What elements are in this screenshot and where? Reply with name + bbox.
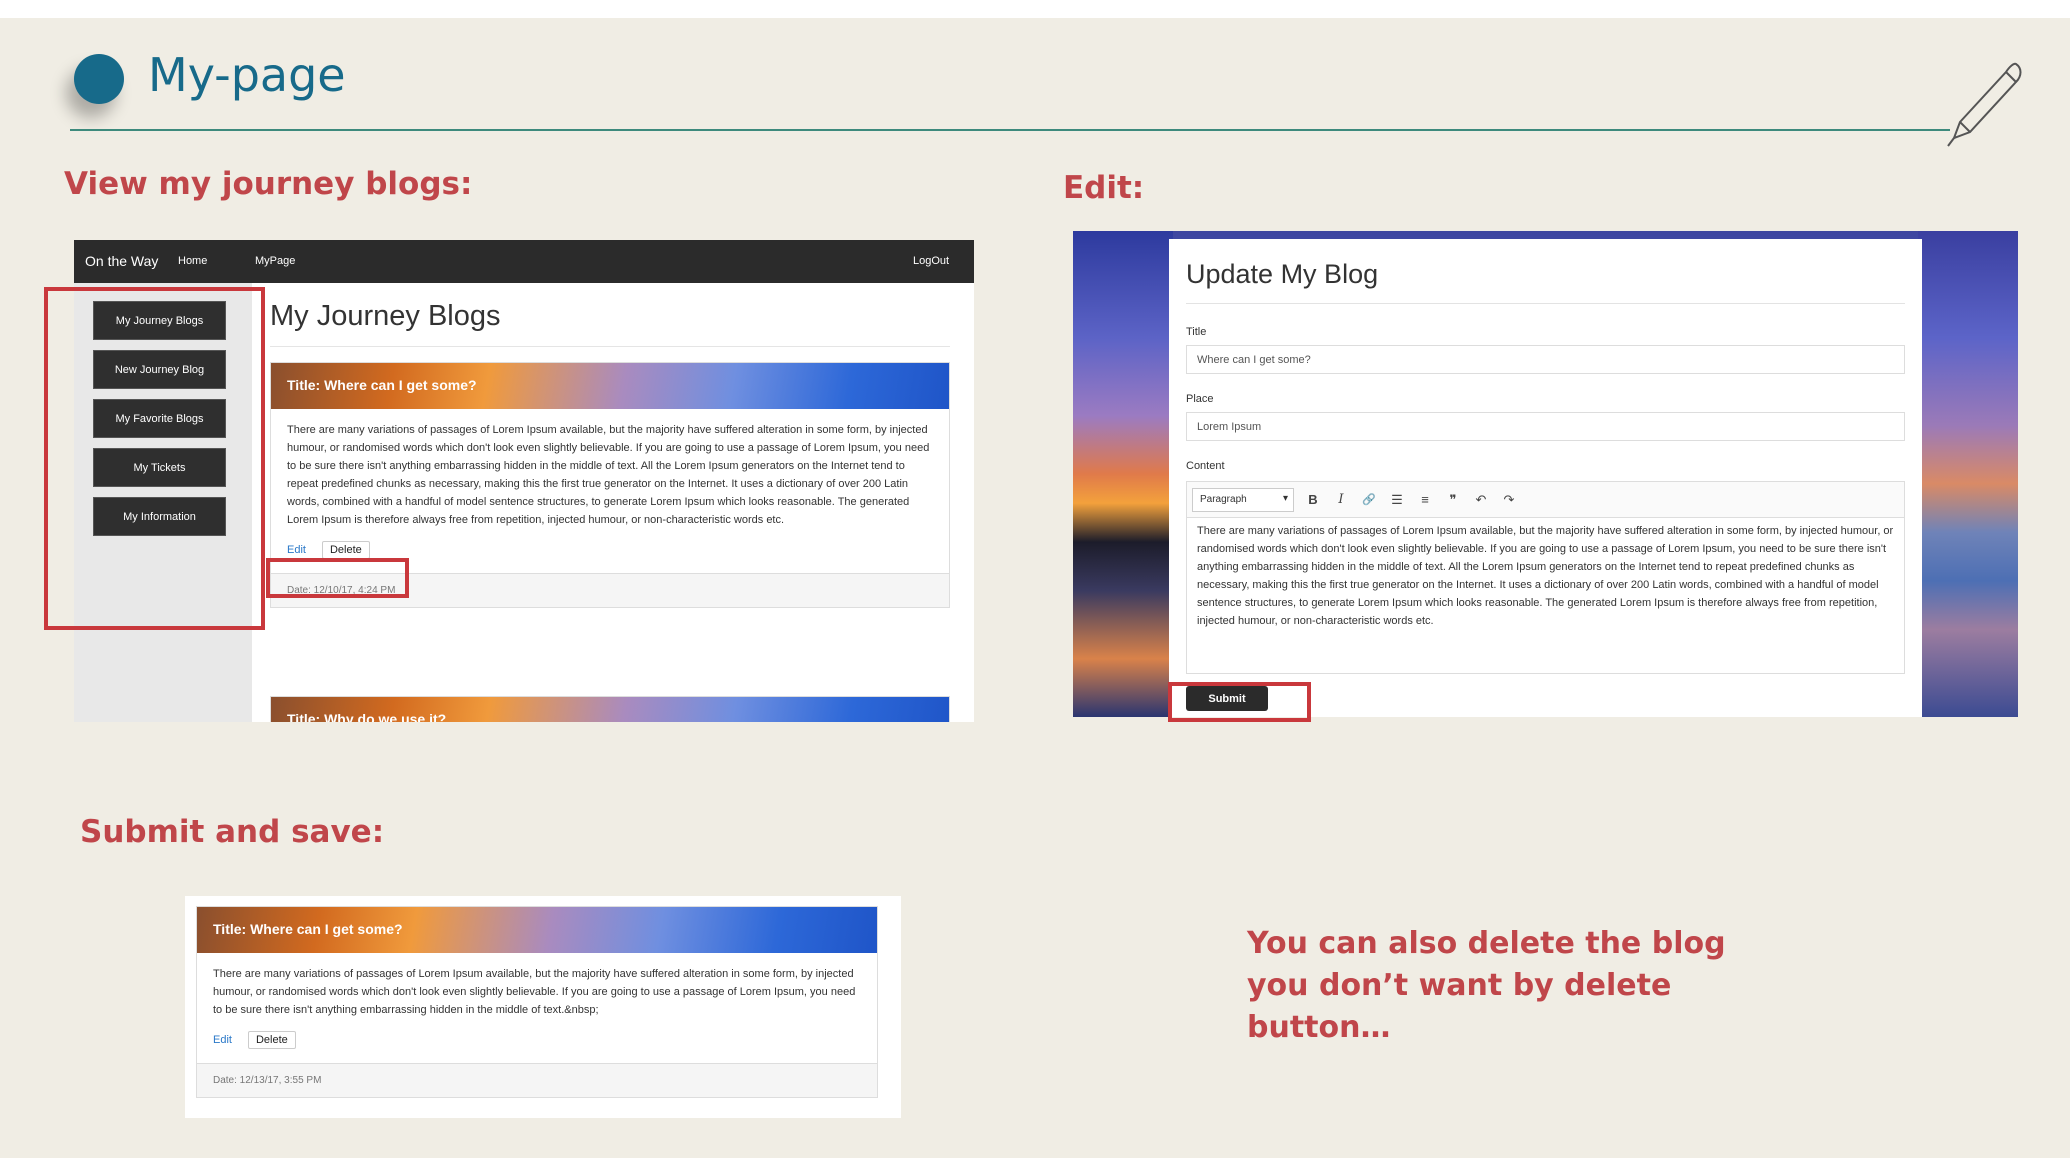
- screenshot-saved-post: Title: Where can I get some? There are m…: [185, 896, 901, 1118]
- pen-icon: [1947, 62, 2022, 147]
- sunset-background-right: [1918, 231, 2018, 717]
- saved-blog-card: Title: Where can I get some? There are m…: [196, 906, 878, 1098]
- blockquote-icon[interactable]: ❞: [1444, 492, 1462, 508]
- title-input[interactable]: Where can I get some?: [1186, 345, 1905, 374]
- editor-toolbar: Paragraph B I 🔗 ☰ ≡ ❞ ↶ ↷: [1187, 482, 1904, 518]
- content-textarea[interactable]: There are many variations of passages of…: [1187, 518, 1904, 634]
- content-editor: Paragraph B I 🔗 ☰ ≡ ❞ ↶ ↷ There are many…: [1186, 481, 1905, 674]
- bold-icon[interactable]: B: [1304, 492, 1322, 507]
- blog-card-2-title: Title: Why do we use it?: [271, 697, 949, 722]
- heading-view-blogs: View my journey blogs:: [64, 166, 473, 202]
- redo-icon[interactable]: ↷: [1500, 492, 1518, 508]
- update-blog-form: Update My Blog Title Where can I get som…: [1169, 239, 1922, 717]
- highlight-sidebar: [44, 287, 265, 630]
- nav-logout[interactable]: LogOut: [913, 255, 949, 267]
- heading-divider: [270, 346, 950, 347]
- form-divider: [1186, 303, 1905, 304]
- saved-blog-date: Date: 12/13/17, 3:55 PM: [197, 1063, 877, 1097]
- blog-card-title: Title: Where can I get some?: [271, 363, 949, 409]
- heading-submit: Submit and save:: [80, 814, 385, 850]
- nav-home[interactable]: Home: [178, 255, 207, 267]
- title-label: Title: [1186, 326, 1207, 338]
- saved-blog-actions: Edit Delete: [197, 1027, 877, 1063]
- undo-icon[interactable]: ↶: [1472, 492, 1490, 508]
- place-input[interactable]: Lorem Ipsum: [1186, 412, 1905, 441]
- format-select[interactable]: Paragraph: [1192, 487, 1294, 512]
- italic-icon[interactable]: I: [1332, 492, 1350, 507]
- highlight-edit-delete: [266, 558, 409, 598]
- delete-button[interactable]: Delete: [321, 541, 370, 559]
- nav-brand[interactable]: On the Way: [85, 253, 158, 269]
- title-divider: [70, 129, 1950, 131]
- place-label: Place: [1186, 393, 1214, 405]
- delete-note: You can also delete the blog you don’t w…: [1247, 926, 1726, 1045]
- edit-link[interactable]: Edit: [287, 544, 306, 556]
- saved-delete-button[interactable]: Delete: [247, 1031, 296, 1049]
- link-icon[interactable]: 🔗: [1360, 493, 1378, 506]
- heading-edit: Edit:: [1063, 170, 1145, 206]
- blog-card-body: There are many variations of passages of…: [287, 424, 930, 526]
- title-bullet-dot: [74, 54, 124, 104]
- form-heading: Update My Blog: [1186, 259, 1379, 289]
- content-label: Content: [1186, 460, 1225, 472]
- saved-edit-link[interactable]: Edit: [213, 1034, 232, 1046]
- saved-blog-body: There are many variations of passages of…: [213, 968, 856, 1016]
- sunset-background-left: [1073, 231, 1173, 717]
- numbered-list-icon[interactable]: ≡: [1416, 492, 1434, 507]
- blog-card-2: Title: Why do we use it?: [270, 696, 950, 722]
- page-title: My-page: [148, 48, 346, 102]
- nav-mypage[interactable]: MyPage: [255, 255, 295, 267]
- slide: My-page View my journey blogs: Edit: Sub…: [0, 18, 2070, 1158]
- highlight-submit: [1168, 682, 1311, 722]
- screenshot-edit-form: Update My Blog Title Where can I get som…: [1073, 231, 2018, 717]
- blogs-heading: My Journey Blogs: [270, 300, 501, 332]
- navbar: On the Way Home MyPage LogOut: [74, 240, 974, 283]
- bullet-list-icon[interactable]: ☰: [1388, 492, 1406, 508]
- saved-blog-title: Title: Where can I get some?: [197, 907, 877, 953]
